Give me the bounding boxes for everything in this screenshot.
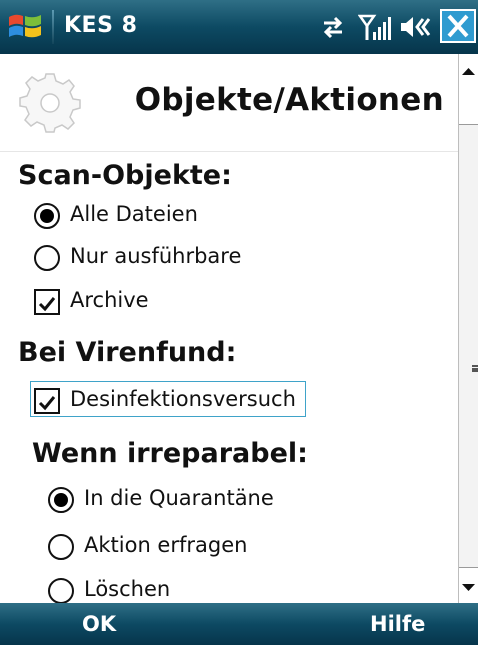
option-label: Aktion erfragen	[84, 533, 248, 557]
page-header: Objekte/Aktionen	[0, 54, 458, 152]
volume-icon[interactable]	[398, 12, 432, 42]
ok-softkey[interactable]: OK	[82, 612, 116, 636]
checkbox-checked[interactable]	[34, 289, 60, 315]
softkey-bar: OK Hilfe	[0, 603, 478, 645]
option-label: Alle Dateien	[70, 202, 198, 226]
radio-unselected[interactable]	[48, 578, 74, 604]
scroll-down-arrow-icon[interactable]	[459, 575, 478, 599]
vertical-scrollbar[interactable]	[458, 54, 478, 603]
virus-found-heading: Bei Virenfund:	[18, 337, 237, 368]
signal-icon[interactable]	[358, 12, 392, 42]
scroll-up-arrow-icon[interactable]	[459, 60, 478, 84]
checkmark-icon	[38, 297, 56, 312]
option-label: In die Quarantäne	[84, 486, 274, 510]
irreparable-heading: Wenn irreparabel:	[32, 438, 308, 469]
scan-objects-heading: Scan-Objekte:	[18, 160, 232, 191]
option-label: Archive	[70, 288, 149, 312]
scrollbar-grip-icon	[472, 365, 478, 372]
title-bar: KES 8	[0, 0, 478, 54]
help-softkey[interactable]: Hilfe	[370, 612, 425, 636]
close-button[interactable]	[440, 9, 476, 43]
option-label: Löschen	[84, 577, 171, 601]
title-separator	[52, 10, 54, 44]
radio-selected[interactable]	[48, 487, 74, 513]
gear-icon	[19, 73, 81, 133]
checkmark-icon	[38, 396, 56, 411]
close-icon	[447, 14, 469, 38]
radio-unselected[interactable]	[34, 245, 60, 271]
scrollbar-thumb[interactable]	[459, 124, 478, 568]
option-label: Nur ausführbare	[70, 244, 242, 268]
sync-icon[interactable]	[318, 12, 348, 42]
radio-unselected[interactable]	[48, 534, 74, 560]
checkbox-checked[interactable]	[34, 388, 60, 414]
windows-start-icon[interactable]	[6, 8, 44, 46]
page-title: Objekte/Aktionen	[134, 82, 444, 118]
app-title: KES 8	[64, 13, 138, 38]
radio-selected[interactable]	[34, 203, 60, 229]
option-label: Desinfektionsversuch	[70, 387, 296, 411]
